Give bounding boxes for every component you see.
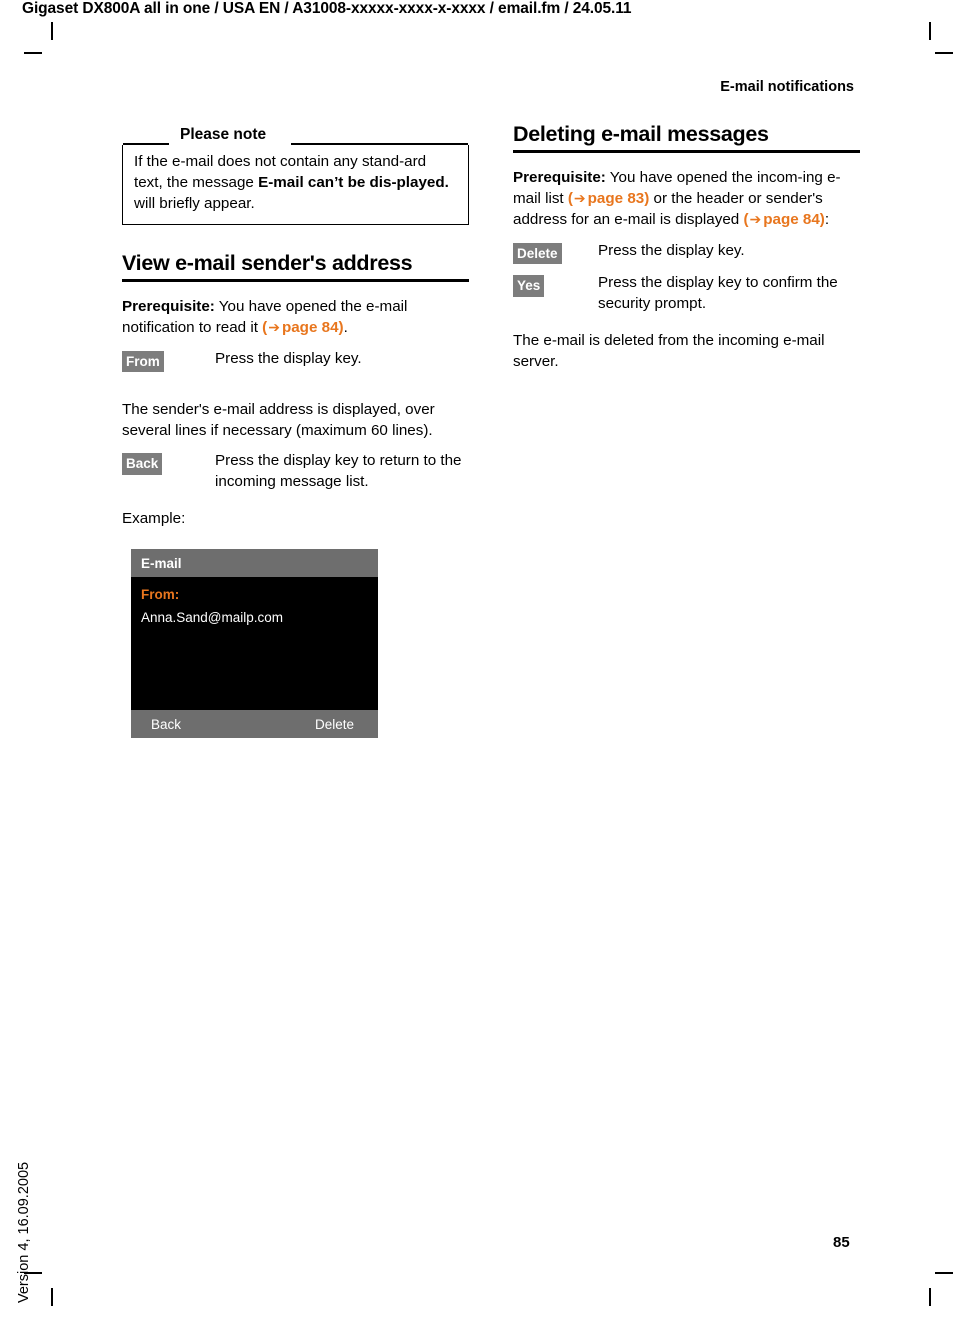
note-bold-phrase: E-mail can’t be dis-played. [258, 173, 449, 191]
section-view-sender-address: View e-mail sender's address [122, 251, 469, 282]
crop-mark-top-left-vertical [51, 22, 53, 40]
display-key-from-description: Press the display key. [215, 349, 362, 367]
display-titlebar: E-mail [131, 549, 378, 577]
crop-mark-top-right-horizontal [935, 52, 953, 54]
softkey-back[interactable]: Back [151, 717, 181, 732]
cross-reference-page-83[interactable]: (➔ page 83) [568, 190, 649, 207]
arrow-right-icon-1: ➔ [573, 190, 586, 207]
cross-reference-label-2: page 84) [763, 211, 825, 229]
cross-reference-page-84-right[interactable]: (➔ page 84) [743, 211, 824, 228]
left-column: Please note If the e-mail does not conta… [122, 115, 469, 530]
handset-display-mockup: E-mail From: Anna.Sand@mailp.com Back De… [131, 549, 378, 738]
key-row-yes: Yes Press the display key to confirm the… [513, 274, 860, 317]
page-number: 85 [833, 1234, 850, 1251]
display-key-from-badge[interactable]: From [122, 350, 164, 373]
display-key-delete-badge[interactable]: Delete [513, 242, 562, 265]
note-text-part2: will briefly appear. [134, 194, 255, 212]
prerequisite-paragraph-right: Prerequisite: You have opened the incom-… [513, 168, 860, 231]
version-stamp: Version 4, 16.09.2005 [16, 1161, 32, 1303]
display-title: E-mail [141, 555, 182, 571]
crop-mark-bottom-left-vertical [51, 1288, 53, 1306]
section-rule-right [513, 150, 860, 154]
right-column: Deleting e-mail messages Prerequisite: Y… [513, 115, 860, 373]
section-title-deleting: Deleting e-mail messages [513, 122, 769, 146]
key-row-from: From Press the display key. [122, 349, 469, 373]
section-rule [122, 278, 469, 282]
crop-mark-bottom-right-vertical [929, 1288, 931, 1306]
arrow-right-icon: ➔ [268, 318, 280, 335]
display-key-delete-description: Press the display key. [598, 241, 745, 259]
crop-mark-top-right-vertical [929, 22, 931, 40]
cross-reference-page-84[interactable]: (➔ page 84) [262, 319, 343, 336]
note-box-top-border [123, 143, 468, 145]
section-title-view-sender: View e-mail sender's address [122, 250, 413, 275]
display-key-yes-description: Press the display key to confirm the sec… [598, 274, 838, 313]
document-path-header: Gigaset DX800A all in one / USA EN / A31… [22, 0, 632, 17]
note-box-text: If the e-mail does not contain any stand… [134, 152, 458, 215]
note-box-title: Please note [171, 127, 276, 143]
prerequisite-tail-left: . [343, 318, 348, 336]
please-note-box: Please note If the e-mail does not conta… [122, 127, 469, 225]
chapter-title: E-mail notifications [720, 79, 854, 95]
prerequisite-label-left: Prerequisite: [122, 297, 215, 315]
paren-open-2: ( [743, 211, 749, 229]
display-key-back-badge[interactable]: Back [122, 453, 163, 475]
arrow-right-icon-2: ➔ [749, 211, 762, 228]
example-label: Example: [122, 510, 186, 528]
key-row-delete: Delete Press the display key. [513, 241, 860, 265]
key-row-back: Back Press the display key to return to … [122, 452, 469, 495]
display-softkey-bar: Back Delete [131, 710, 378, 738]
crop-mark-bottom-right-horizontal [935, 1272, 953, 1274]
cross-reference-label-1: page 83) [587, 190, 650, 208]
prerequisite-paragraph-left: Prerequisite: You have opened the e-mail… [122, 297, 469, 339]
display-key-yes-badge[interactable]: Yes [513, 275, 545, 297]
deletion-result-paragraph: The e-mail is deleted from the incoming … [513, 332, 825, 371]
prerequisite-label-right: Prerequisite: [513, 169, 606, 187]
display-from-label: From: [141, 587, 180, 602]
sender-address-paragraph: The sender's e-mail address is displayed… [122, 401, 435, 440]
display-screen-area: From: Anna.Sand@mailp.com [131, 577, 378, 710]
softkey-delete[interactable]: Delete [315, 717, 354, 732]
display-from-value: Anna.Sand@mailp.com [141, 609, 284, 625]
crop-mark-top-left-horizontal [24, 52, 42, 54]
section-deleting-messages: Deleting e-mail messages [513, 122, 860, 154]
cross-reference-label: page 84) [281, 318, 344, 336]
prerequisite-text-right-3: : [824, 211, 830, 229]
display-key-back-description: Press the display key to return to the i… [215, 452, 462, 491]
